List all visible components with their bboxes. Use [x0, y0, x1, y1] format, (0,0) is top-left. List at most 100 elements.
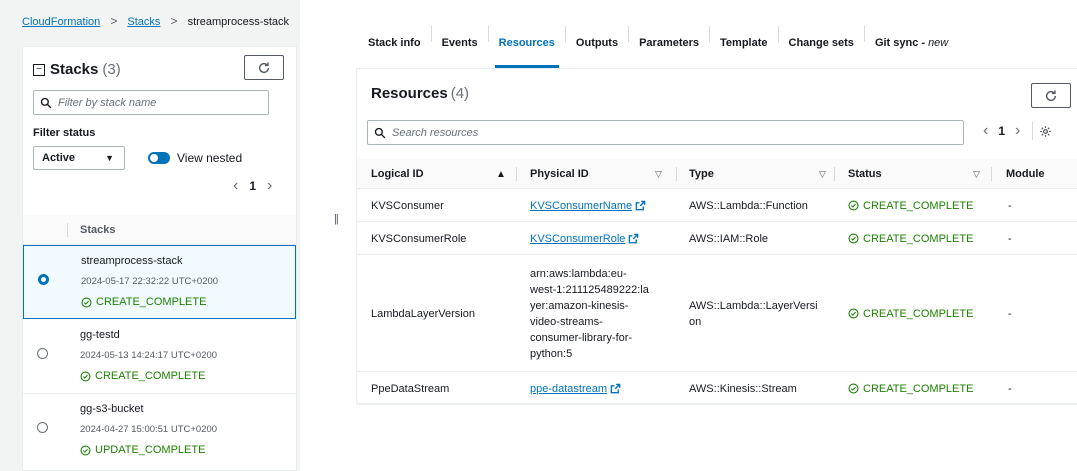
- physical-id-cell: arn:aws:lambda:eu- west-1:211125489222:l…: [530, 255, 649, 372]
- stacks-refresh-button[interactable]: [244, 55, 284, 80]
- column-divider: [991, 167, 992, 181]
- settings-gear-icon[interactable]: [1039, 125, 1052, 138]
- column-label: Status: [848, 168, 882, 180]
- resources-refresh-button[interactable]: [1031, 83, 1071, 108]
- tab-resources[interactable]: Resources: [489, 18, 565, 68]
- success-check-icon: [80, 370, 91, 382]
- table-row: LambdaLayerVersion arn:aws:lambda:eu- we…: [357, 255, 1077, 372]
- stack-status: CREATE_COMPLETE: [81, 296, 206, 308]
- page-number[interactable]: 1: [994, 124, 1009, 138]
- stack-name: gg-testd: [80, 329, 120, 341]
- tab-change-sets[interactable]: Change sets: [779, 18, 864, 68]
- column-header-status[interactable]: Status ▽: [848, 159, 988, 189]
- resources-search-input[interactable]: [392, 126, 892, 139]
- chevron-right-icon[interactable]: ›: [1009, 122, 1026, 140]
- stacks-column-label: Stacks: [80, 224, 116, 236]
- module-cell: -: [1008, 307, 1012, 320]
- panel-resize-handle[interactable]: ||: [334, 213, 339, 225]
- status-cell: CREATE_COMPLETE: [848, 222, 973, 255]
- type-cell: AWS::Kinesis::Stream: [689, 382, 797, 395]
- stacks-sidebar: CloudFormation > Stacks > streamprocess-…: [0, 0, 300, 471]
- stack-row[interactable]: streamprocess-stack 2024-05-17 22:32:22 …: [23, 245, 296, 319]
- type-line: on: [689, 315, 702, 328]
- stack-name: gg-s3-bucket: [80, 403, 144, 415]
- stack-radio[interactable]: [37, 348, 48, 359]
- logical-id-cell: KVSConsumer: [371, 199, 444, 212]
- physical-id-line: video-streams-: [530, 315, 603, 328]
- stack-status-text: UPDATE_COMPLETE: [95, 444, 206, 456]
- status-text: CREATE_COMPLETE: [863, 382, 974, 395]
- success-check-icon: [848, 233, 859, 244]
- success-check-icon: [848, 200, 859, 211]
- tab-template[interactable]: Template: [710, 18, 777, 68]
- new-badge: new: [928, 37, 949, 49]
- stacks-list-panel: − Stacks (3) Filter status Active ▼ View…: [22, 46, 297, 471]
- stack-filter-input[interactable]: [58, 96, 258, 109]
- tab-parameters[interactable]: Parameters: [629, 18, 709, 68]
- logical-id-cell: KVSConsumerRole: [371, 232, 467, 245]
- external-link-icon[interactable]: [610, 383, 621, 394]
- column-divider: [67, 223, 68, 237]
- logical-id-cell: LambdaLayerVersion: [371, 307, 475, 320]
- column-header-physical-id[interactable]: Physical ID ▽: [530, 159, 670, 189]
- stack-row[interactable]: gg-s3-bucket 2024-04-27 15:00:51 UTC+020…: [23, 394, 296, 468]
- status-select-value: Active: [42, 152, 76, 164]
- physical-id-link[interactable]: ppe-datastream: [530, 383, 607, 395]
- module-cell: -: [1008, 199, 1012, 212]
- physical-id-text: arn:aws:lambda:eu- west-1:211125489222:l…: [530, 266, 649, 362]
- stack-radio[interactable]: [38, 274, 49, 285]
- collapse-icon[interactable]: −: [33, 63, 45, 76]
- column-header-type[interactable]: Type ▽: [689, 159, 829, 189]
- stack-status: UPDATE_COMPLETE: [80, 444, 205, 456]
- chevron-left-icon[interactable]: ‹: [977, 122, 994, 140]
- resources-count: (4): [450, 85, 470, 102]
- resources-pagination: ‹ 1 ›: [977, 122, 1052, 140]
- physical-id-line: arn:aws:lambda:eu-: [530, 267, 627, 280]
- physical-id-line: consumer-library-for-: [530, 331, 633, 344]
- stack-radio[interactable]: [37, 422, 48, 433]
- stack-filter-field[interactable]: [33, 90, 269, 115]
- stack-name: streamprocess-stack: [81, 255, 183, 267]
- chevron-right-icon[interactable]: ›: [260, 177, 279, 195]
- tab-events[interactable]: Events: [432, 18, 488, 68]
- physical-id-cell: KVSConsumerName: [530, 189, 646, 222]
- success-check-icon: [848, 383, 859, 394]
- sort-ascending-icon: ▲: [496, 168, 506, 180]
- refresh-icon: [258, 61, 270, 73]
- resources-search-field[interactable]: [367, 120, 964, 145]
- tab-stack-info[interactable]: Stack info: [358, 18, 431, 68]
- success-check-icon: [848, 308, 859, 319]
- status-cell: CREATE_COMPLETE: [848, 255, 973, 372]
- success-check-icon: [81, 296, 92, 308]
- stacks-pagination: ‹ 1 ›: [226, 177, 279, 195]
- stack-row[interactable]: gg-testd 2024-05-13 14:24:17 UTC+0200 CR…: [23, 320, 296, 394]
- external-link-icon[interactable]: [628, 233, 639, 244]
- column-header-module[interactable]: Module: [1006, 159, 1076, 189]
- tab-git-sync[interactable]: Git sync - new: [865, 18, 958, 68]
- physical-id-line: west-1:211125489222:la: [530, 283, 649, 296]
- stacks-title: Stacks: [50, 61, 99, 78]
- physical-id-link[interactable]: KVSConsumerRole: [530, 233, 625, 245]
- chevron-right-icon: >: [170, 14, 178, 28]
- chevron-right-icon: >: [110, 14, 118, 28]
- physical-id-cell: KVSConsumerRole: [530, 222, 639, 255]
- type-cell: AWS::Lambda::LayerVersi on: [689, 255, 818, 372]
- physical-id-link[interactable]: KVSConsumerName: [530, 200, 632, 212]
- page-number[interactable]: 1: [245, 179, 260, 193]
- module-cell: -: [1008, 232, 1012, 245]
- chevron-left-icon[interactable]: ‹: [226, 177, 245, 195]
- tab-outputs[interactable]: Outputs: [566, 18, 628, 68]
- view-nested-toggle[interactable]: [148, 152, 170, 164]
- column-header-logical-id[interactable]: Logical ID ▲: [371, 159, 511, 189]
- breadcrumb-stacks[interactable]: Stacks: [127, 16, 160, 28]
- column-divider: [834, 167, 835, 181]
- type-cell: AWS::Lambda::Function: [689, 199, 808, 212]
- sort-icon: ▽: [655, 168, 662, 179]
- external-link-icon[interactable]: [635, 200, 646, 211]
- breadcrumb-cloudformation[interactable]: CloudFormation: [22, 16, 100, 28]
- type-line: AWS::Lambda::LayerVersi: [689, 299, 818, 312]
- stacks-column-header: Stacks: [23, 215, 296, 245]
- pager-divider: [1032, 122, 1034, 140]
- sort-icon: ▽: [819, 168, 826, 179]
- status-select[interactable]: Active ▼: [33, 146, 125, 170]
